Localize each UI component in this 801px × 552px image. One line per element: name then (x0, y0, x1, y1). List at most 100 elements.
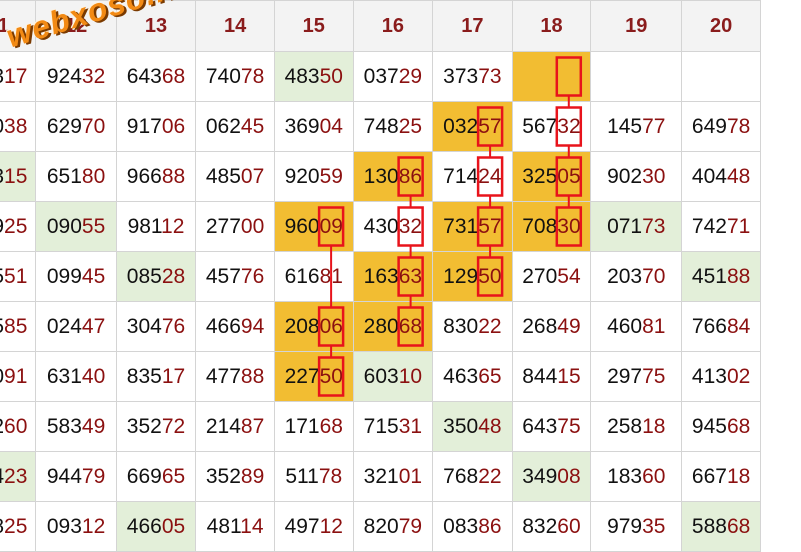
result-cell: 13086 (352, 151, 434, 202)
table-row: 8642394479669653528951178321017682234908… (0, 451, 761, 502)
result-cell: 56732 (511, 101, 592, 152)
result-cell: 86423 (0, 451, 37, 502)
result-cell: 74825 (352, 101, 434, 152)
tail-digits: 57 (478, 214, 502, 238)
tail-digits: 32 (81, 64, 106, 88)
tail-digits: 47 (81, 314, 106, 338)
tail-digits: 04 (319, 114, 343, 138)
tail-digits: 24 (478, 164, 502, 188)
table-row: 2126058349352722148717168715313504864375… (0, 401, 761, 452)
result-cell: 90230 (590, 151, 683, 202)
result-cell: 83022 (432, 301, 513, 352)
result-cell: 98112 (115, 201, 197, 252)
tail-digits: 29 (398, 64, 423, 88)
tail-digits: 35 (642, 514, 666, 538)
tail-digits: 06 (161, 114, 186, 138)
tail-digits: 88 (240, 364, 265, 388)
result-cell: 02038 (0, 101, 37, 152)
tail-digits: 63 (398, 264, 423, 288)
results-body: 3131792432643687407848350037293737302038… (0, 51, 761, 552)
result-cell: 27054 (511, 251, 592, 302)
result-cell: 58868 (681, 501, 761, 552)
result-cell: 02447 (35, 301, 117, 352)
result-cell: 17168 (273, 401, 354, 452)
result-cell: 46694 (195, 301, 275, 352)
result-cell (511, 51, 592, 102)
result-cell: 64978 (681, 101, 761, 152)
result-cell: 92059 (273, 151, 354, 202)
tail-digits: 40 (81, 364, 106, 388)
tail-digits: 28 (161, 264, 186, 288)
tail-digits: 32 (398, 214, 423, 238)
lottery-results-table: 11121314151617181920 3131792432643687407… (0, 0, 761, 552)
result-cell: 82079 (352, 501, 434, 552)
result-cell: 92432 (35, 51, 117, 102)
result-cell: 28068 (352, 301, 434, 352)
column-header-16: 16 (352, 0, 434, 52)
result-cell: 12315 (0, 151, 37, 202)
tail-digits: 80 (81, 164, 106, 188)
tail-digits: 06 (319, 314, 343, 338)
result-cell: 16363 (352, 251, 434, 302)
tail-digits: 00 (240, 214, 265, 238)
tail-digits: 31 (398, 414, 423, 438)
table-row: 5758502447304764669420806280688302226849… (0, 301, 761, 352)
result-cell: 35272 (115, 401, 197, 452)
tail-digits: 22 (478, 314, 502, 338)
tail-digits: 77 (642, 114, 666, 138)
result-cell: 84415 (511, 351, 592, 402)
tail-digits: 49 (81, 414, 106, 438)
result-cell: 26849 (511, 301, 592, 352)
result-cell: 35289 (195, 451, 275, 502)
result-cell: 66965 (115, 451, 197, 502)
result-cell: 64375 (511, 401, 592, 452)
tail-digits: 88 (161, 164, 186, 188)
tail-digits: 68 (726, 514, 751, 538)
result-cell: 46605 (115, 501, 197, 552)
table-row: 0203862970917060624536904748250325756732… (0, 101, 761, 152)
tail-digits: 86 (478, 514, 502, 538)
result-cell: 09055 (35, 201, 117, 252)
tail-digits: 81 (319, 264, 343, 288)
tail-digits: 68 (726, 414, 751, 438)
tail-digits: 89 (240, 464, 265, 488)
table-row: 1582509312466054811449712820790838683260… (0, 501, 761, 552)
tail-digits: 12 (161, 214, 185, 238)
result-cell: 63140 (35, 351, 117, 402)
result-cell: 94479 (35, 451, 117, 502)
tail-digits: 50 (319, 64, 343, 88)
result-cell: 48114 (195, 501, 275, 552)
tail-digits: 91 (4, 364, 28, 388)
result-cell: 20370 (590, 251, 683, 302)
tail-digits: 09 (319, 214, 343, 238)
column-header-row: 11121314151617181920 (0, 0, 761, 52)
tail-digits: 70 (81, 114, 106, 138)
tail-digits: 55 (81, 214, 106, 238)
result-cell: 43032 (352, 201, 434, 252)
result-cell: 18360 (590, 451, 683, 502)
tail-digits: 22 (478, 464, 502, 488)
column-header-18: 18 (511, 0, 592, 52)
result-cell: 60310 (352, 351, 434, 402)
result-cell: 29775 (590, 351, 683, 402)
tail-digits: 68 (161, 64, 186, 88)
tail-digits: 48 (726, 164, 751, 188)
result-cell: 43551 (0, 251, 37, 302)
tail-digits: 25 (4, 514, 28, 538)
result-cell: 62970 (35, 101, 117, 152)
tail-digits: 18 (642, 414, 666, 438)
tail-digits: 14 (240, 514, 264, 538)
result-cell: 48350 (273, 51, 354, 102)
tail-digits: 08 (557, 464, 581, 488)
result-cell: 57585 (0, 301, 37, 352)
result-cell: 36904 (273, 101, 354, 152)
column-header-13: 13 (115, 0, 197, 52)
result-cell: 75091 (0, 351, 37, 402)
table-row: 31317924326436874078483500372937373 (0, 51, 761, 102)
tail-digits: 76 (240, 264, 265, 288)
result-cell: 09945 (35, 251, 117, 302)
tail-digits: 59 (319, 164, 343, 188)
result-cell: 45776 (195, 251, 275, 302)
tail-digits: 60 (557, 514, 581, 538)
result-cell: 37373 (432, 51, 513, 102)
